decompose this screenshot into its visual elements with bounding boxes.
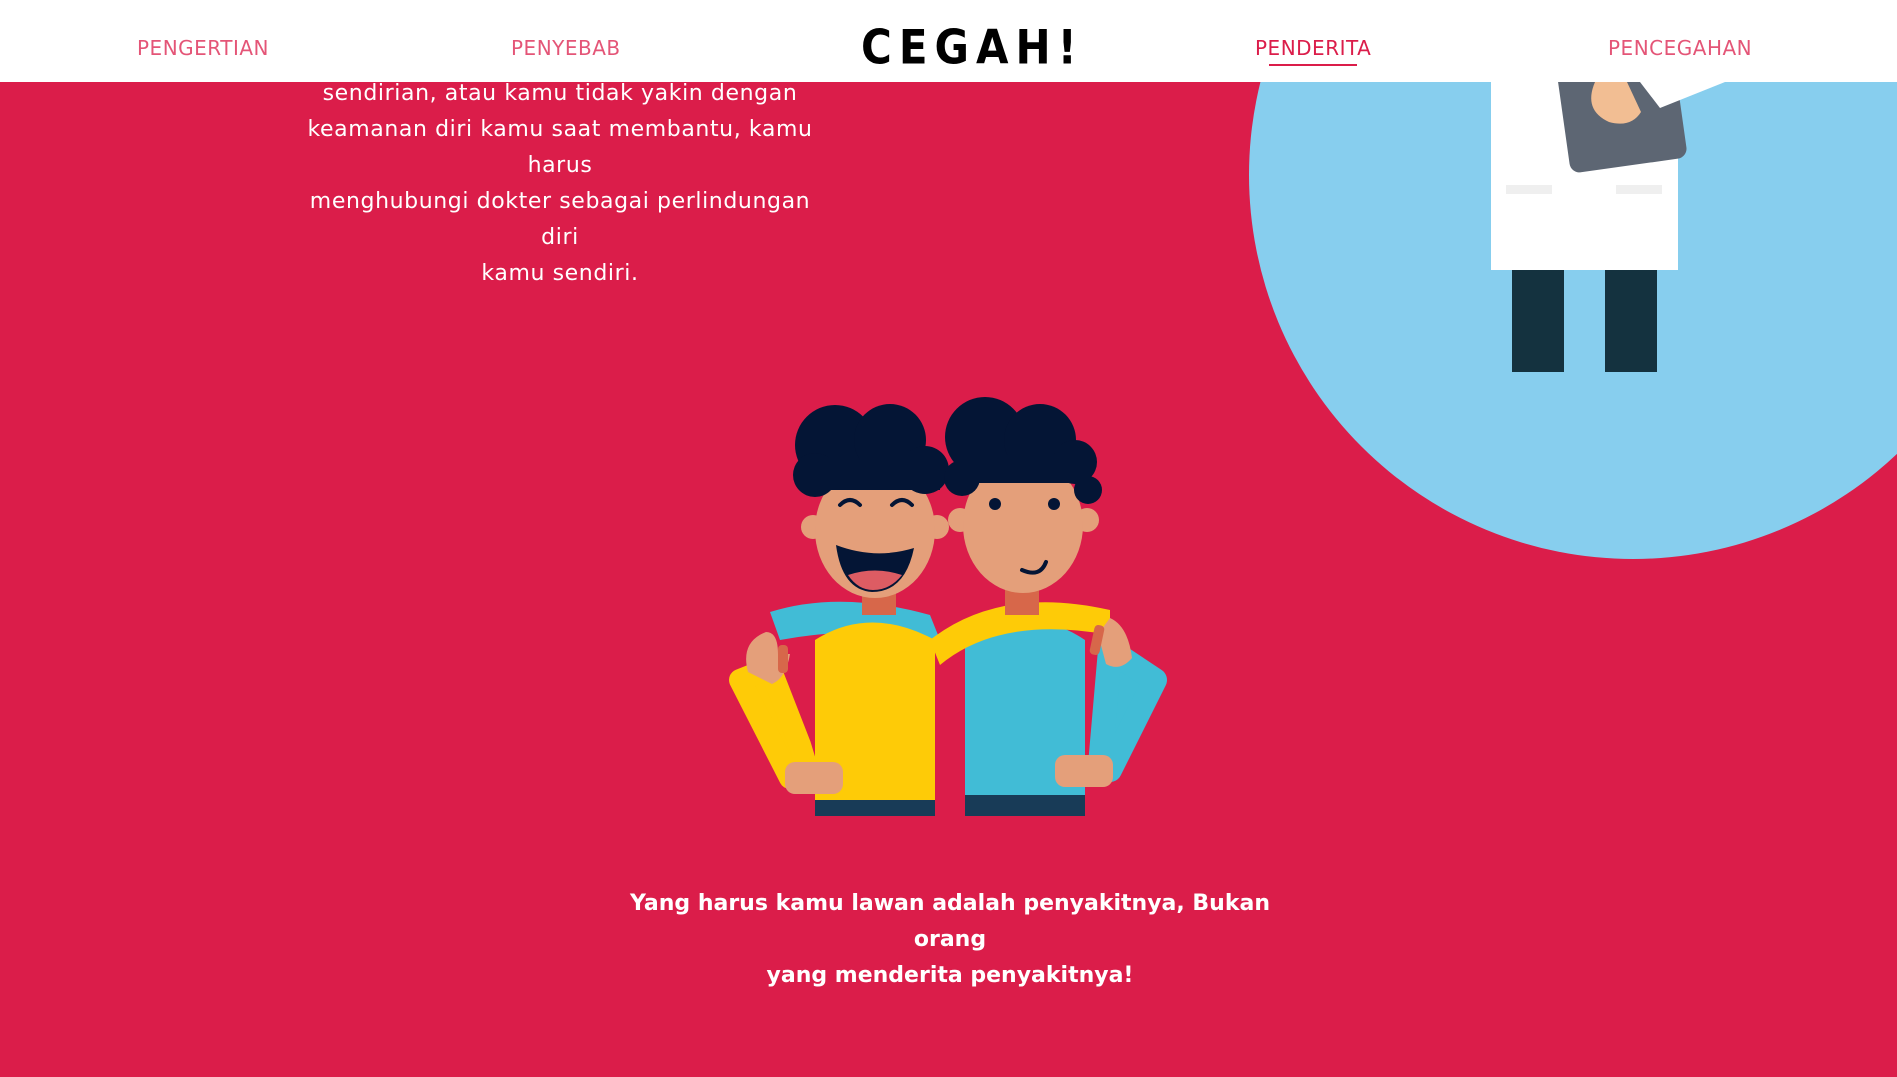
logo[interactable]: CEGAH! <box>861 20 1084 75</box>
active-nav-underline <box>1269 64 1358 66</box>
nav-item-label: PENCEGAHAN <box>1608 36 1753 60</box>
nav-item-pencegahan[interactable]: PENCEGAHAN <box>1608 36 1752 60</box>
blue-person-eye-left <box>989 498 1001 510</box>
yellow-person-arm <box>729 657 821 789</box>
blue-person-eye-right <box>1048 498 1060 510</box>
nav-item-pengertian[interactable]: PENGERTIAN <box>137 36 269 60</box>
closing-line: yang menderita penyakitnya! <box>766 963 1134 988</box>
blue-person-pants <box>965 795 1085 816</box>
yellow-person-thumb <box>778 645 788 673</box>
yellow-person-hand <box>785 762 843 794</box>
nav-item-label: PENYEBAB <box>511 36 621 60</box>
nav-item-penyebab[interactable]: PENYEBAB <box>511 36 621 60</box>
blue-person-arm <box>1088 638 1167 782</box>
nav-item-label: PENDERITA <box>1255 36 1372 60</box>
closing-message: Yang harus kamu lawan adalah penyakitnya… <box>600 886 1300 994</box>
page: PENGERTIAN PENYEBAB CEGAH! PENDERITA PEN… <box>0 0 1897 1077</box>
closing-line: Yang harus kamu lawan adalah penyakitnya… <box>630 891 1270 952</box>
nav-item-label: PENGERTIAN <box>137 36 269 60</box>
nav-item-penderita[interactable]: PENDERITA <box>1255 36 1372 66</box>
navbar: PENGERTIAN PENYEBAB CEGAH! PENDERITA PEN… <box>0 0 1897 82</box>
yellow-person-pants <box>815 800 935 816</box>
blue-person-hand <box>1055 755 1113 787</box>
